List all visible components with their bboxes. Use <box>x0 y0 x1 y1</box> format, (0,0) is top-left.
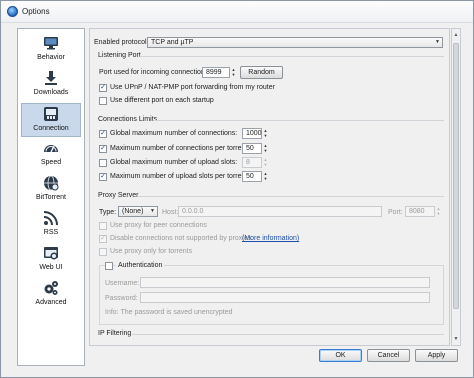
sidebar-item-advanced[interactable]: Advanced <box>21 278 81 312</box>
window-title: Options <box>22 7 50 16</box>
different-port-label: Use different port on each startup <box>110 97 214 104</box>
max-upload-slots-per-torrent-spinner[interactable]: ▲ ▼ <box>262 171 269 182</box>
sidebar-item-rss[interactable]: RSS <box>21 208 81 242</box>
max-connections-per-torrent-spinner[interactable]: ▲ ▼ <box>262 143 269 154</box>
sidebar-item-web-ui[interactable]: Web UI <box>21 243 81 277</box>
disable-unsupported-connections-checkbox[interactable]: ✓ <box>99 235 107 243</box>
authentication-label: Authentication <box>116 262 165 269</box>
global-max-connections-input[interactable]: 1000 <box>242 128 262 139</box>
port-label: Port used for incoming connections: <box>99 69 211 76</box>
ip-filtering-title: IP Filtering <box>98 330 132 337</box>
authentication-checkbox[interactable] <box>105 262 113 270</box>
scroll-up-icon[interactable]: ▲ <box>453 31 459 39</box>
upnp-checkbox[interactable]: ✓ <box>99 84 107 92</box>
web-ui-icon <box>44 247 58 260</box>
proxy-server-title: Proxy Server <box>98 192 139 199</box>
password-input[interactable] <box>140 292 430 303</box>
vertical-scrollbar[interactable]: ▲ ▼ <box>451 28 461 346</box>
port-input[interactable]: 8999 <box>202 67 230 78</box>
group-divider <box>153 120 444 121</box>
scroll-thumb[interactable] <box>453 43 459 309</box>
group-divider <box>140 56 444 57</box>
group-divider <box>138 196 444 197</box>
rss-icon <box>43 211 58 226</box>
sidebar-item-downloads[interactable]: Downloads <box>21 68 81 102</box>
upnp-label: Use UPnP / NAT-PMP port forwarding from … <box>110 84 275 91</box>
scroll-down-icon[interactable]: ▼ <box>453 335 459 343</box>
username-label: Username: <box>105 280 140 287</box>
ok-button[interactable]: OK <box>319 349 362 362</box>
proxy-port-label: Port: <box>388 209 403 216</box>
chevron-down-icon: ▼ <box>435 39 440 45</box>
group-divider <box>132 334 444 335</box>
connection-settings-panel: Enabled protocol: TCP and µTP ▼ Listenin… <box>89 28 450 346</box>
proxy-type-select[interactable]: (None) ▼ <box>118 206 158 217</box>
port-spinner[interactable]: ▲ ▼ <box>230 67 237 78</box>
proxy-port-spinner[interactable]: ▲ ▼ <box>435 206 442 217</box>
monitor-icon <box>44 37 58 50</box>
different-port-checkbox[interactable] <box>99 97 107 105</box>
gears-icon <box>44 281 58 295</box>
username-input[interactable] <box>140 277 430 288</box>
globe-icon <box>44 175 59 191</box>
max-upload-slots-per-torrent-label: Maximum number of upload slots per torre… <box>110 173 250 180</box>
options-window: Options Behavior Downloads Connection Sp… <box>0 0 474 378</box>
global-max-upload-slots-input[interactable]: 8 <box>242 157 262 168</box>
global-max-upload-slots-spinner[interactable]: ▲ ▼ <box>262 157 269 168</box>
proxy-host-label: Host: <box>162 209 179 216</box>
network-icon <box>44 107 58 121</box>
proxy-peer-connections-checkbox[interactable] <box>99 222 107 230</box>
download-arrow-icon <box>45 71 57 85</box>
sidebar-item-speed[interactable]: Speed <box>21 138 81 172</box>
max-upload-slots-per-torrent-input[interactable]: 50 <box>242 171 262 182</box>
chevron-down-icon: ▼ <box>150 208 155 214</box>
random-port-button[interactable]: Random <box>240 66 283 79</box>
sidebar: Behavior Downloads Connection Speed BitT… <box>17 28 85 366</box>
more-information-link[interactable]: (More information) <box>242 235 299 242</box>
password-label: Password: <box>105 295 138 302</box>
sidebar-item-connection[interactable]: Connection <box>21 103 81 137</box>
sidebar-item-behavior[interactable]: Behavior <box>21 33 81 67</box>
proxy-host-input[interactable]: 0.0.0.0 <box>178 206 382 217</box>
cancel-button[interactable]: Cancel <box>367 349 410 362</box>
proxy-peer-connections-label: Use proxy for peer connections <box>110 222 207 229</box>
speedometer-icon <box>44 145 58 153</box>
proxy-torrents-only-label: Use proxy only for torrents <box>110 248 193 255</box>
max-connections-per-torrent-input[interactable]: 50 <box>242 143 262 154</box>
listening-port-title: Listening Port <box>98 52 141 59</box>
proxy-port-input[interactable]: 8080 <box>405 206 435 217</box>
global-max-upload-slots-checkbox[interactable] <box>99 159 107 167</box>
app-icon <box>7 6 18 17</box>
apply-button[interactable]: Apply <box>415 349 458 362</box>
proxy-type-label: Type: <box>99 209 117 216</box>
max-connections-per-torrent-checkbox[interactable]: ✓ <box>99 145 107 153</box>
global-max-upload-slots-label: Global maximum number of upload slots: <box>110 159 238 166</box>
enabled-protocol-label: Enabled protocol: <box>94 39 149 46</box>
connection-limits-title: Connections Limits <box>98 116 158 123</box>
global-max-connections-spinner[interactable]: ▲ ▼ <box>262 128 269 139</box>
title-bar: Options <box>1 1 473 23</box>
max-upload-slots-per-torrent-checkbox[interactable]: ✓ <box>99 173 107 181</box>
disable-unsupported-connections-label: Disable connections not supported by pro… <box>110 235 252 242</box>
proxy-torrents-only-checkbox[interactable] <box>99 248 107 256</box>
global-max-connections-checkbox[interactable]: ✓ <box>99 130 107 138</box>
password-info-text: Info: The password is saved unencrypted <box>105 309 233 316</box>
sidebar-item-bittorrent[interactable]: BitTorrent <box>21 173 81 207</box>
max-connections-per-torrent-label: Maximum number of connections per torren… <box>110 145 250 152</box>
global-max-connections-label: Global maximum number of connections: <box>110 130 238 137</box>
enabled-protocol-select[interactable]: TCP and µTP ▼ <box>147 37 443 48</box>
